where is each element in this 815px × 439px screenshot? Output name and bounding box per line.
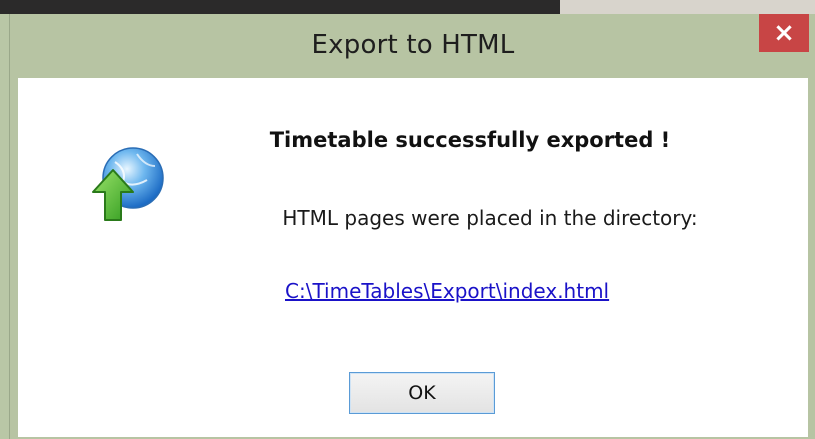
dialog-title: Export to HTML xyxy=(311,30,515,60)
close-icon: × xyxy=(773,18,795,48)
title-bar[interactable]: Export to HTML × xyxy=(10,14,815,78)
background-strip-dark xyxy=(0,0,560,14)
success-heading: Timetable successfully exported ! xyxy=(269,128,671,152)
globe-upload-icon xyxy=(92,147,164,221)
dialog-content: Timetable successfully exported ! HTML p… xyxy=(18,78,808,437)
ok-button[interactable]: OK xyxy=(349,372,495,414)
background-strip xyxy=(0,0,815,14)
ok-button-label: OK xyxy=(408,382,436,404)
export-path-link[interactable]: C:\TimeTables\Export\index.html xyxy=(285,279,609,303)
directory-message: HTML pages were placed in the directory: xyxy=(282,206,698,230)
close-button[interactable]: × xyxy=(759,14,809,52)
